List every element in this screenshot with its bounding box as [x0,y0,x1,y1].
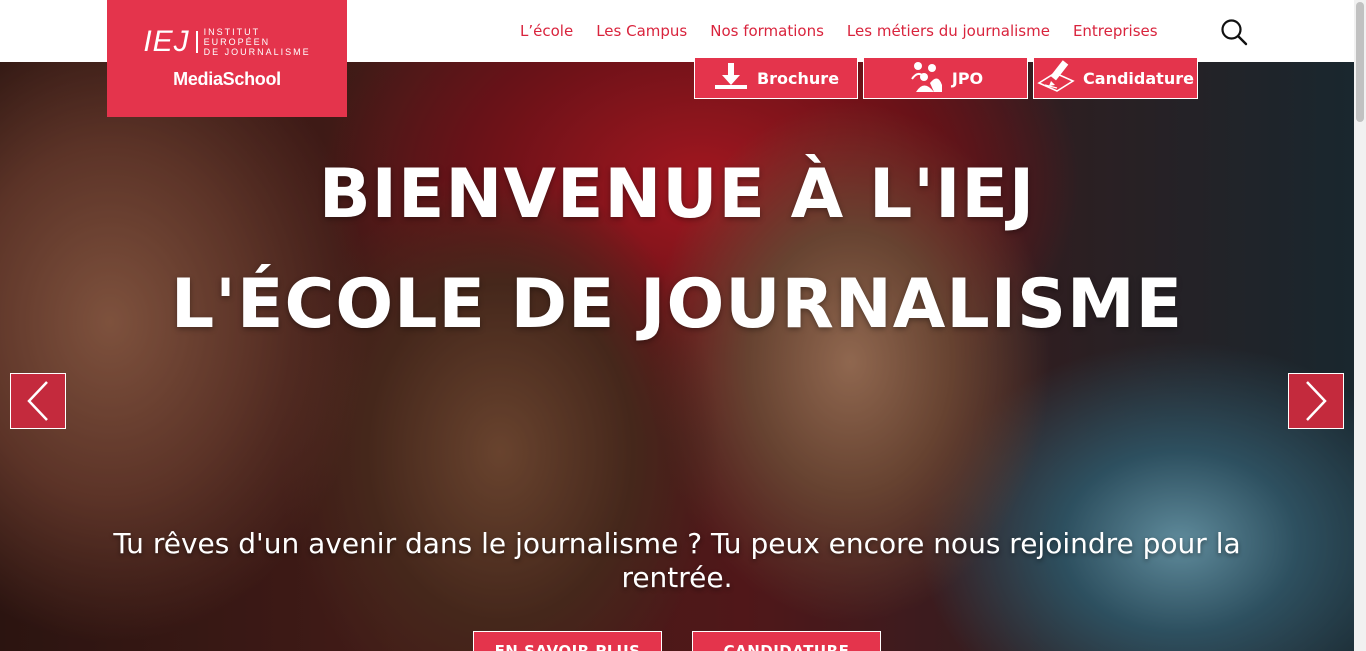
nav-item-entreprises[interactable]: Entreprises [1073,22,1158,40]
search-icon[interactable] [1220,18,1248,46]
learn-more-button[interactable]: EN SAVOIR PLUS [473,631,662,651]
nav-item-metiers[interactable]: Les métiers du journalisme [847,22,1050,40]
nav-item-formations[interactable]: Nos formations [710,22,824,40]
download-icon [713,61,749,95]
brochure-button[interactable]: Brochure [694,57,858,99]
nav-item-campus[interactable]: Les Campus [596,22,687,40]
carousel-prev-button[interactable] [10,373,66,429]
logo[interactable]: IEJ INSTITUT EUROPÉEN DE JOURNALISME Med… [107,0,347,117]
jpo-button[interactable]: JPO [863,57,1028,99]
logo-mark: IEJ [143,25,190,58]
carousel-next-button[interactable] [1288,373,1344,429]
hero-candidature-button[interactable]: CANDIDATURE [692,631,881,651]
logo-subtitle: INSTITUT EUROPÉEN DE JOURNALISME [204,27,311,57]
hero-subtitle: Tu rêves d'un avenir dans le journalisme… [113,527,1241,594]
candidature-label: Candidature [1083,68,1194,88]
logo-line-3: DE JOURNALISME [203,47,311,57]
jpo-label: JPO [951,68,984,88]
scrollbar-thumb[interactable] [1356,2,1364,122]
logo-line-2: EUROPÉEN [203,37,271,47]
chevron-left-icon [27,381,48,421]
chevron-right-icon [1306,381,1327,421]
logo-brand: MediaSchool [173,69,281,89]
main-nav: L’école Les Campus Nos formations Les mé… [520,22,1158,40]
nav-item-ecole[interactable]: L’école [520,22,573,40]
hero-title-line-1: BIENVENUE À L'IEJ [318,155,1036,234]
logo-line-1: INSTITUT [203,27,261,37]
logo-row: IEJ INSTITUT EUROPÉEN DE JOURNALISME [143,25,311,58]
candidature-button[interactable]: Candidature [1033,57,1198,99]
cta-buttons: Brochure JPO Candidature [694,57,1198,99]
brochure-label: Brochure [756,68,840,88]
people-icon [908,59,944,97]
logo-separator [195,31,198,53]
hero-title-line-2: L'ÉCOLE DE JOURNALISME [170,265,1184,344]
pen-icon [1037,59,1075,97]
page-scrollbar[interactable] [1354,0,1366,651]
